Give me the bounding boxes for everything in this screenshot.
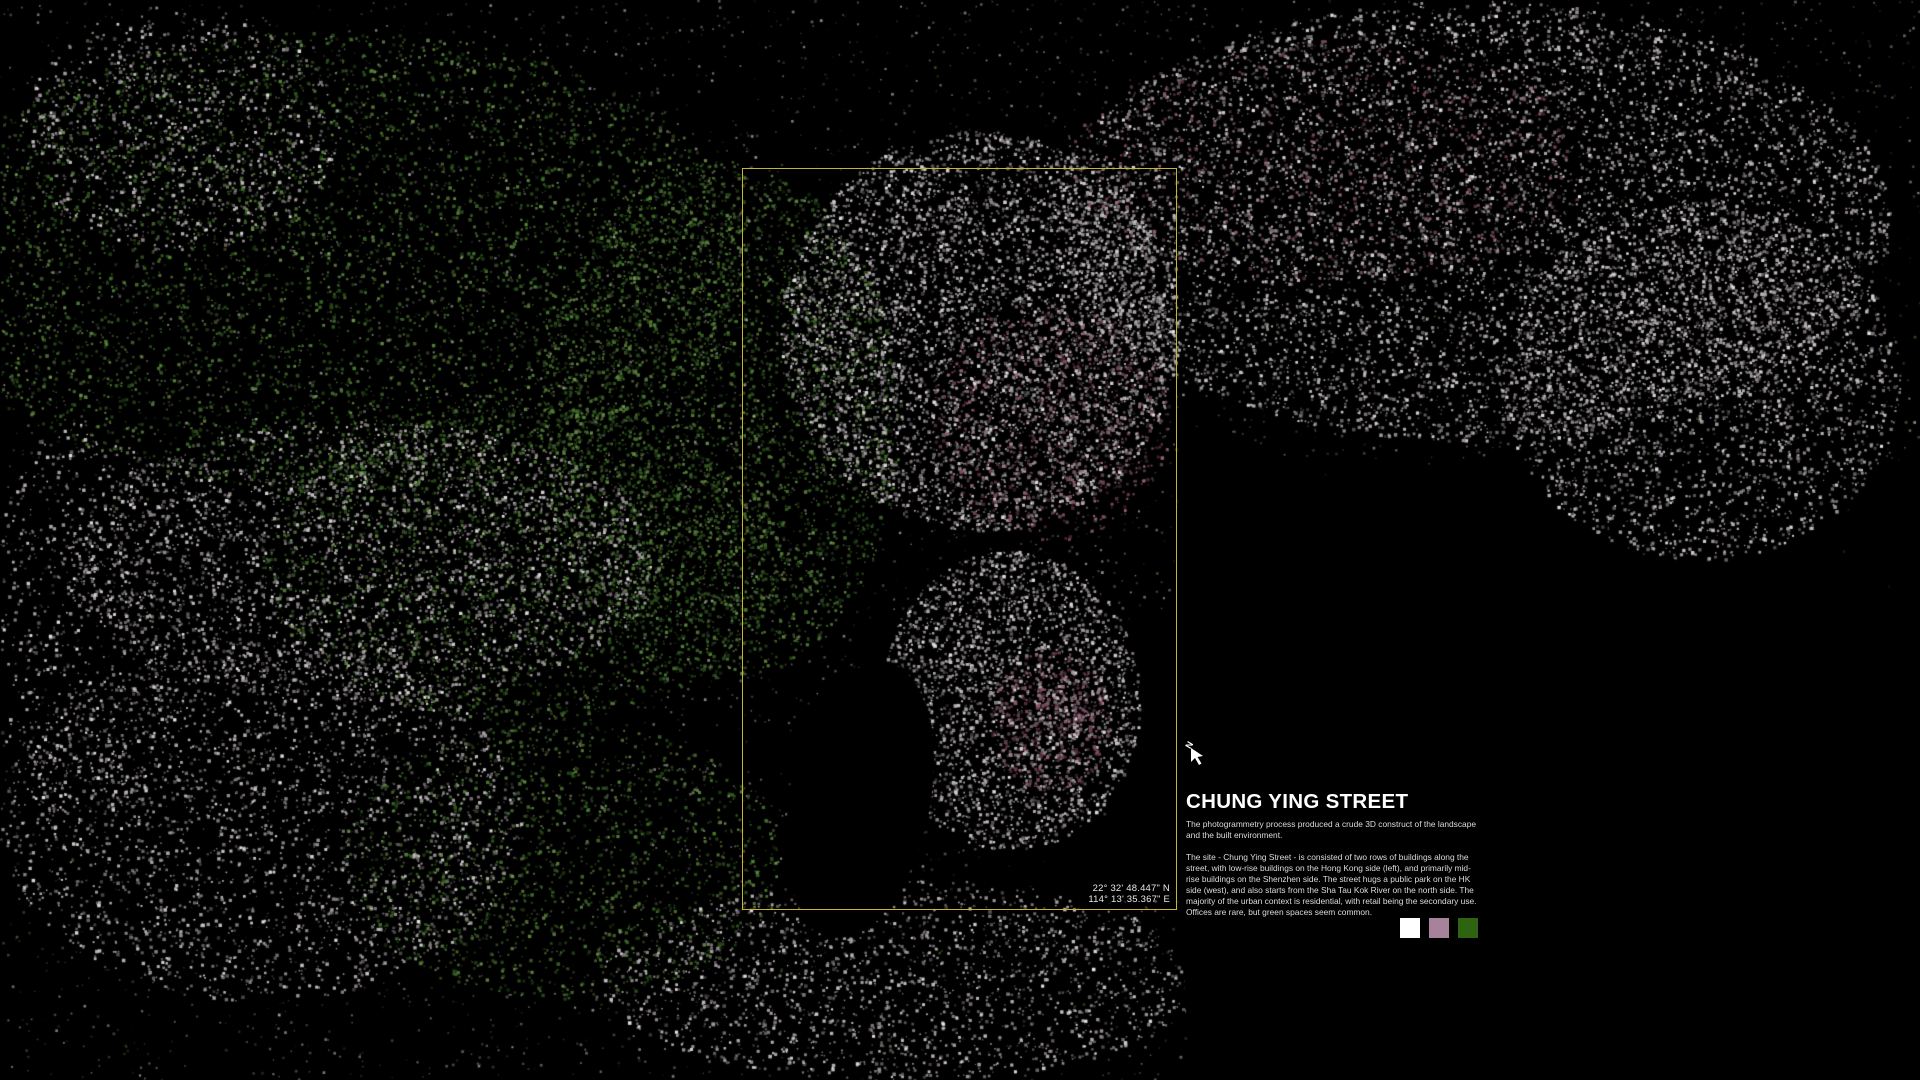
latitude: 22° 32' 48.447" N bbox=[1092, 883, 1170, 894]
info-panel: CHUNG YING STREET The photogrammetry pro… bbox=[1186, 790, 1481, 918]
north-arrow: N bbox=[1183, 740, 1210, 770]
color-legend bbox=[1400, 918, 1478, 938]
map-title: CHUNG YING STREET bbox=[1186, 790, 1409, 813]
site-coordinates: 22° 32' 48.447" N 114° 13' 35.367" E bbox=[1088, 883, 1170, 905]
mauve-swatch bbox=[1429, 918, 1449, 938]
longitude: 114° 13' 35.367" E bbox=[1088, 894, 1170, 905]
description-intro: The photogrammetry process produced a cr… bbox=[1186, 819, 1477, 840]
description-site: The site - Chung Ying Street - is consis… bbox=[1186, 852, 1477, 917]
white-swatch bbox=[1400, 918, 1420, 938]
green-swatch bbox=[1458, 918, 1478, 938]
site-boundary-frame: 22° 32' 48.447" N 114° 13' 35.367" E bbox=[742, 168, 1177, 910]
